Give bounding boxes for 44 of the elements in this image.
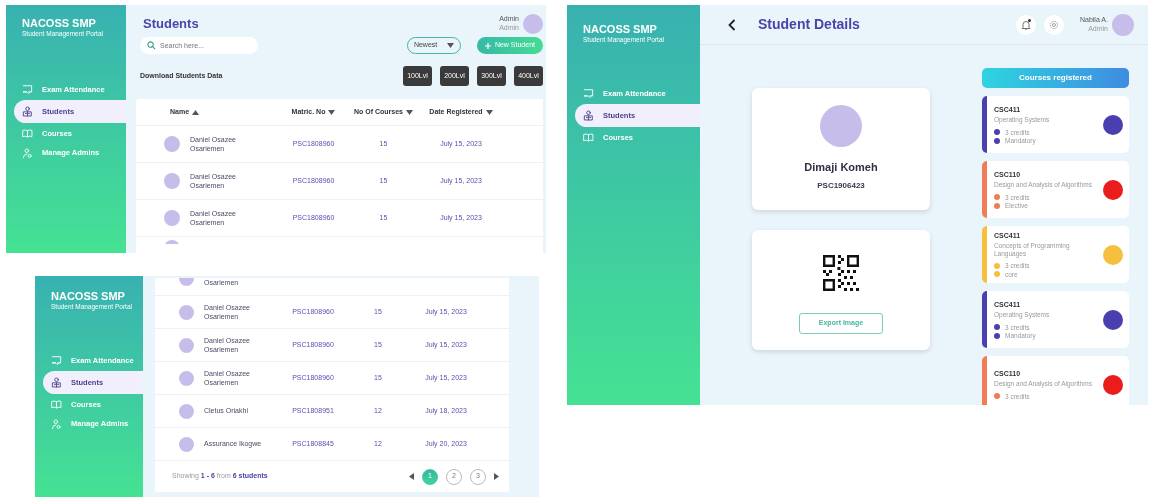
avatar <box>179 403 194 419</box>
plus-icon <box>484 42 491 49</box>
book-icon <box>22 128 33 140</box>
avatar <box>179 370 194 386</box>
left-triangle-icon <box>409 473 414 480</box>
screen-icon <box>22 83 33 95</box>
matric-number: PSC1906423 <box>817 179 865 192</box>
person-icon <box>22 106 33 117</box>
notifications-button[interactable] <box>1015 14 1036 35</box>
courses-heading: Courses registered <box>982 68 1129 88</box>
avatar <box>164 210 180 226</box>
avatar <box>179 304 194 320</box>
gear-icon <box>1048 19 1059 30</box>
student-name: Dimaji Komeh <box>804 160 878 175</box>
avatar <box>164 136 180 152</box>
screen-icon <box>583 87 594 99</box>
avatar <box>179 278 194 286</box>
avatar <box>523 14 543 34</box>
person-icon <box>51 418 62 430</box>
avatar <box>1112 13 1134 36</box>
book-icon <box>583 132 594 144</box>
caret-icon <box>446 43 454 48</box>
book-icon <box>51 399 62 411</box>
page-title: Student Details <box>758 15 860 34</box>
app-title: NACOSS SMP <box>22 17 96 31</box>
avatar <box>164 173 180 189</box>
person-icon <box>583 110 594 121</box>
app-title: NACOSS SMP <box>51 290 125 304</box>
qr-code-icon <box>823 255 859 291</box>
page-title: Students <box>143 15 199 33</box>
person-icon <box>22 147 33 159</box>
chevron-left-icon <box>728 18 736 31</box>
bell-icon <box>1020 19 1031 30</box>
avatar <box>179 337 194 353</box>
app-title: NACOSS SMP <box>583 23 657 37</box>
previous-page-button[interactable] <box>409 473 414 480</box>
right-triangle-icon <box>494 473 499 480</box>
avatar <box>820 105 862 147</box>
person-icon <box>51 377 62 388</box>
search-icon <box>147 41 156 50</box>
screen-icon <box>51 354 62 366</box>
back-button[interactable] <box>728 18 736 31</box>
avatar <box>179 436 194 452</box>
next-page-button[interactable] <box>494 473 499 480</box>
